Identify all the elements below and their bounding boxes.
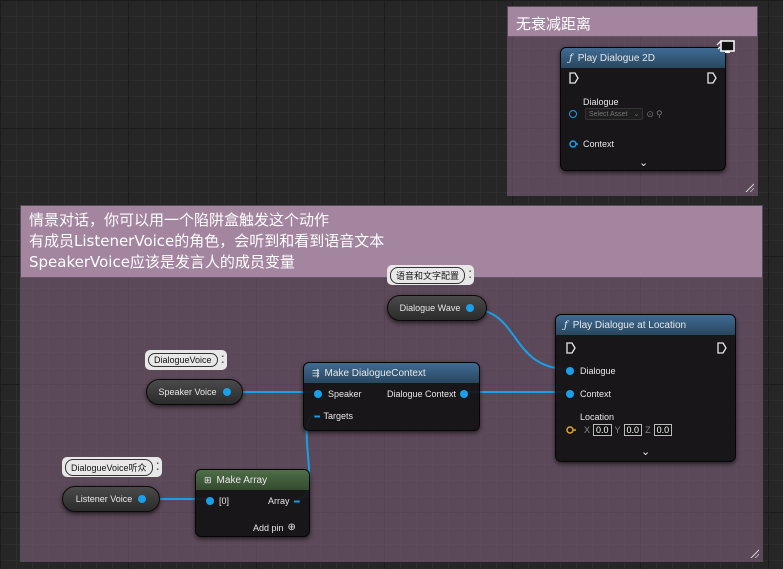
function-icon: ƒ xyxy=(564,319,568,331)
var-label: Listener Voice xyxy=(75,494,133,504)
resize-handle[interactable] xyxy=(749,548,759,558)
pin-context-dot[interactable] xyxy=(566,390,574,398)
monitor-icon xyxy=(716,39,736,59)
exec-out-pin[interactable] xyxy=(707,72,717,84)
x-field[interactable]: 0.0 xyxy=(593,424,612,436)
function-icon: ƒ xyxy=(569,52,573,64)
var-out-pin[interactable] xyxy=(138,495,147,503)
browse-icon[interactable]: ⊙ xyxy=(646,109,654,120)
pin-icon[interactable]: ▪ ▪ xyxy=(157,461,159,473)
comment-bubble-wave[interactable]: 语音和文字配置 ▪ ▪ xyxy=(387,265,475,285)
x-label: X xyxy=(584,425,591,435)
array-grid-icon[interactable]: ▪▪▪ xyxy=(294,497,300,506)
node-make-array[interactable]: ⊞ Make Array [0] Array ▪▪▪ Add pin ⊕ xyxy=(195,469,310,537)
var-speaker-voice[interactable]: Speaker Voice xyxy=(146,379,243,405)
pin-dialogue-dot[interactable] xyxy=(566,367,574,375)
bubble-text: DialogueVoice听众 xyxy=(65,458,153,476)
pin-context-label: Context xyxy=(583,139,615,149)
exec-arrow-icon xyxy=(569,72,579,84)
var-dialogue-wave[interactable]: Dialogue Wave xyxy=(387,295,487,321)
bubble-text: DialogueVoice xyxy=(148,353,218,367)
y-field[interactable]: 0.0 xyxy=(623,424,643,436)
chevron-down-icon: ⌄ xyxy=(633,111,640,118)
exec-arrow-icon xyxy=(717,342,727,354)
pin-out-label: Dialogue Context xyxy=(387,389,457,399)
expand-chevron-icon[interactable]: ⌄ xyxy=(639,156,648,169)
node-title: Play Dialogue 2D xyxy=(577,52,655,64)
pin-speaker-label: Speaker xyxy=(328,389,362,399)
pin-location-dot[interactable] xyxy=(566,426,578,434)
node-make-dialogue-context[interactable]: ⇶ Make DialogueContext Speaker Dialogue … xyxy=(303,362,480,431)
pin-context[interactable]: Context xyxy=(569,139,614,149)
node-header[interactable]: ƒ Play Dialogue 2D xyxy=(561,48,725,68)
var-out-pin[interactable] xyxy=(222,388,231,396)
comment-bubble-speaker[interactable]: DialogueVoice ▪ ▪ xyxy=(145,350,227,370)
var-out-pin[interactable] xyxy=(466,304,475,312)
pin-icon[interactable]: ▪ ▪ xyxy=(222,354,224,366)
exec-in-pin[interactable] xyxy=(566,342,576,354)
pin-speaker-dot[interactable] xyxy=(314,390,322,398)
search-icon[interactable]: ⚲ xyxy=(656,109,663,120)
var-label: Speaker Voice xyxy=(158,387,217,397)
pin-speaker[interactable]: Speaker xyxy=(314,389,362,399)
var-label: Dialogue Wave xyxy=(399,303,461,313)
pin-dialogue-label: Dialogue xyxy=(580,366,616,376)
asset-picker-text: Select Asset xyxy=(589,110,628,118)
pin-dialogue[interactable]: Dialogue xyxy=(566,366,616,376)
var-listener-voice[interactable]: Listener Voice xyxy=(62,486,160,512)
add-pin-label: Add pin xyxy=(253,522,284,533)
make-struct-icon: ⇶ xyxy=(312,367,320,378)
y-label: Y xyxy=(614,425,621,435)
pin-dialogue-label: Dialogue xyxy=(583,97,619,107)
bubble-text: 语音和文字配置 xyxy=(390,266,466,284)
node-header[interactable]: ⇶ Make DialogueContext xyxy=(304,363,479,383)
exec-in-pin[interactable] xyxy=(569,72,579,84)
node-play-dialogue-at-location[interactable]: ƒ Play Dialogue at Location Dialogue Con… xyxy=(555,314,736,462)
pin-context[interactable]: Context xyxy=(566,389,611,399)
resize-handle[interactable] xyxy=(744,182,754,192)
pin-context-dot[interactable] xyxy=(569,140,579,148)
pin-dialogue-dot[interactable] xyxy=(569,110,577,118)
comment-bubble-listener[interactable]: DialogueVoice听众 ▪ ▪ xyxy=(62,457,162,477)
array-grid-icon[interactable]: ▪▪▪ xyxy=(314,412,320,421)
node-header[interactable]: ƒ Play Dialogue at Location xyxy=(556,315,735,335)
pin-dialogue-context-out[interactable]: Dialogue Context xyxy=(387,389,469,399)
pin-index-0-label: [0] xyxy=(219,496,230,506)
z-field[interactable]: 0.0 xyxy=(653,424,673,436)
pin-icon[interactable]: ▪ ▪ xyxy=(469,269,471,281)
exec-arrow-icon xyxy=(707,72,717,84)
node-title: Make DialogueContext xyxy=(324,367,426,379)
node-title: Make Array xyxy=(216,474,268,486)
exec-arrow-icon xyxy=(566,342,576,354)
pin-targets[interactable]: ▪▪▪ Targets xyxy=(314,411,353,421)
node-play-dialogue-2d[interactable]: ƒ Play Dialogue 2D Dialogue Select Asset… xyxy=(560,47,726,171)
exec-out-pin[interactable] xyxy=(717,342,727,354)
pin-index-0[interactable]: [0] xyxy=(206,496,229,506)
pin-location[interactable]: X 0.0 Y 0.0 Z 0.0 xyxy=(566,424,675,436)
pin-out-dot[interactable] xyxy=(460,390,469,398)
comment-line-2: 有成员ListenerVoice的角色，会听到和看到语音文本 xyxy=(29,232,385,250)
pin-index-0-dot[interactable] xyxy=(206,497,214,505)
pin-array-out[interactable]: Array ▪▪▪ xyxy=(268,496,300,506)
add-pin-button[interactable]: Add pin ⊕ xyxy=(253,522,296,533)
pin-context-label: Context xyxy=(580,389,612,399)
comment-title[interactable]: 无衰减距离 xyxy=(508,7,757,37)
pin-location-label: Location xyxy=(580,412,615,422)
pin-targets-label: Targets xyxy=(323,411,354,421)
expand-chevron-icon[interactable]: ⌄ xyxy=(641,445,650,458)
make-array-icon: ⊞ xyxy=(204,474,212,485)
pin-array-label: Array xyxy=(268,496,290,506)
node-header[interactable]: ⊞ Make Array xyxy=(196,470,309,490)
pin-dialogue[interactable]: Select Asset ⌄ ⊙ ⚲ xyxy=(569,108,663,120)
z-label: Z xyxy=(645,425,651,435)
node-title: Play Dialogue at Location xyxy=(572,319,687,331)
add-circle-icon: ⊕ xyxy=(287,522,296,533)
asset-picker[interactable]: Select Asset ⌄ xyxy=(585,108,644,120)
comment-line-1: 情景对话，你可以用一个陷阱盒触发这个动作 xyxy=(29,211,330,229)
